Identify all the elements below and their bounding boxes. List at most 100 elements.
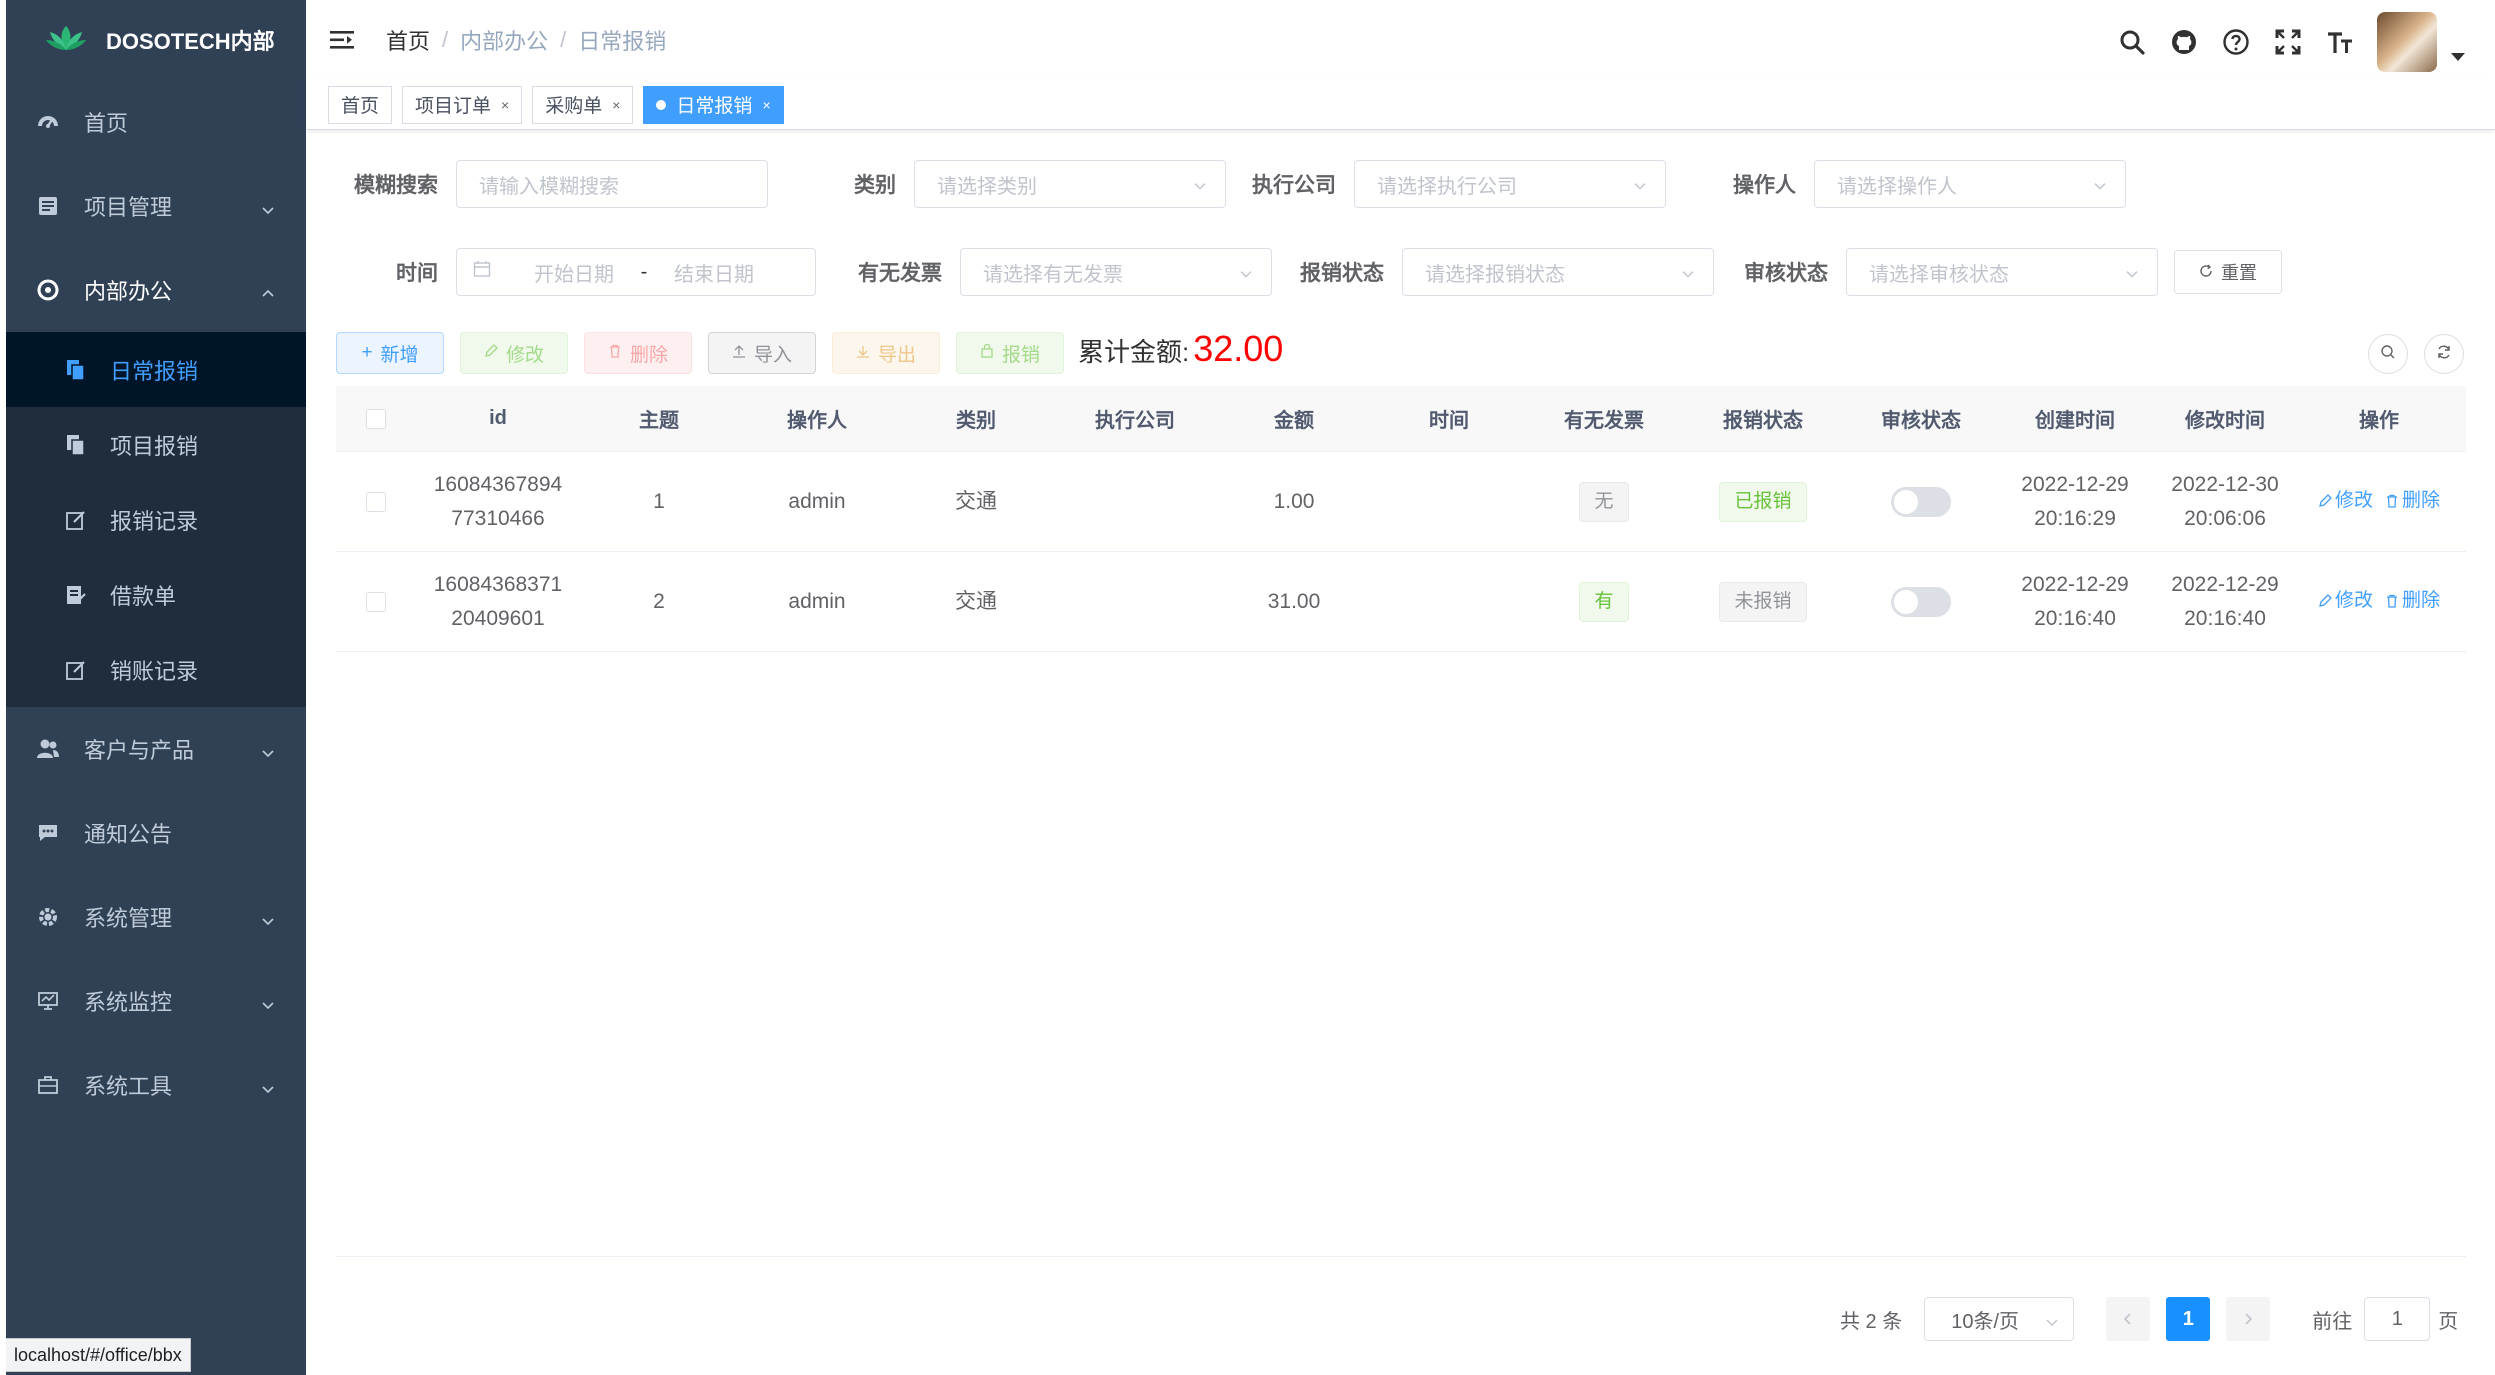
table-row[interactable]: 16084368371 20409601 2 admin 交通 31.00 有 未…: [336, 552, 2466, 652]
sidebar-item-customers-products[interactable]: 客户与产品: [6, 707, 306, 791]
cell-invoice: 有: [1524, 581, 1684, 622]
sidebar-item-label: 首页: [84, 111, 129, 136]
github-icon[interactable]: [2169, 27, 2199, 57]
column-header[interactable]: 报销状态: [1684, 404, 1842, 433]
sidebar-subitem-reimbursement-records[interactable]: 报销记录: [6, 482, 306, 557]
row-edit-button[interactable]: 修改: [2318, 584, 2373, 618]
column-header: 操作: [2359, 410, 2399, 432]
chevron-down-icon: [260, 1077, 276, 1094]
row-edit-button[interactable]: 修改: [2318, 484, 2373, 518]
search-row-1: 模糊搜索 请输入模糊搜索 类别 请选择类别 执行公司 请选择执行公司 操作人 请…: [336, 160, 2126, 208]
search-icon[interactable]: [2117, 27, 2147, 57]
refresh-table-button[interactable]: [2424, 334, 2464, 374]
invoice-tag: 无: [1579, 481, 1629, 522]
sidebar-item-notices[interactable]: 通知公告: [6, 791, 306, 875]
reimburse-button[interactable]: 报销: [956, 332, 1064, 374]
sidebar-item-system-monitor[interactable]: 系统监控: [6, 959, 306, 1043]
import-button[interactable]: 导入: [708, 332, 816, 374]
column-header[interactable]: 有无发票: [1524, 404, 1684, 433]
row-delete-button[interactable]: 删除: [2385, 484, 2440, 518]
company-select[interactable]: 请选择执行公司: [1354, 160, 1666, 208]
sidebar-subitem-writeoff-records[interactable]: 销账记录: [6, 632, 306, 707]
tag-purchase-orders[interactable]: 采购单 ×: [532, 85, 634, 124]
row-checkbox[interactable]: [366, 491, 386, 512]
delete-button[interactable]: 删除: [584, 332, 692, 374]
fullscreen-icon[interactable]: [2273, 27, 2303, 57]
created-date: 2022-12-29: [2021, 472, 2129, 496]
column-header[interactable]: id: [416, 407, 580, 430]
sidebar-item-system-management[interactable]: 系统管理: [6, 875, 306, 959]
tag-daily-reimbursement[interactable]: 日常报销 ×: [643, 85, 784, 124]
tag-home[interactable]: 首页: [328, 85, 393, 124]
add-button[interactable]: + 新增: [336, 332, 444, 374]
chevron-down-icon: [1193, 176, 1207, 190]
font-size-icon[interactable]: [2325, 27, 2355, 57]
column-header[interactable]: 审核状态: [1842, 404, 2000, 433]
row-select-cell: [336, 491, 416, 512]
sidebar-subitem-project-reimbursement[interactable]: 项目报销: [6, 407, 306, 482]
column-header[interactable]: 修改时间: [2150, 404, 2300, 433]
sidebar-item-system-tools[interactable]: 系统工具: [6, 1043, 306, 1127]
column-header[interactable]: 金额: [1214, 404, 1374, 433]
page-size-select[interactable]: 10条/页: [1924, 1297, 2075, 1341]
audit-status-select[interactable]: 请选择审核状态: [1846, 248, 2158, 296]
edit-button[interactable]: 修改: [460, 332, 568, 374]
goto-page-input[interactable]: 1: [2364, 1297, 2431, 1341]
row-select-cell: [336, 591, 416, 612]
export-button[interactable]: 导出: [832, 332, 940, 374]
prev-page-button[interactable]: [2106, 1297, 2151, 1341]
column-header[interactable]: 时间: [1374, 404, 1524, 433]
invoice-select[interactable]: 请选择有无发票: [960, 248, 1272, 296]
trash-icon: [2387, 594, 2397, 608]
peoples-icon: [34, 735, 62, 763]
page-number-current[interactable]: 1: [2166, 1297, 2211, 1341]
cell-id-line2: 20409601: [451, 606, 545, 630]
column-header[interactable]: 类别: [896, 404, 1056, 433]
category-select[interactable]: 请选择类别: [914, 160, 1226, 208]
audit-switch[interactable]: [1891, 486, 1951, 517]
sidebar-item-label: 销账记录: [110, 658, 199, 684]
start-date-placeholder[interactable]: 开始日期: [519, 258, 629, 287]
operator-placeholder: 请选择操作人: [1837, 175, 1957, 198]
modified-date: 2022-12-30: [2171, 472, 2279, 496]
sidebar-item-label: 借款单: [110, 583, 177, 609]
hamburger-icon[interactable]: [328, 26, 356, 54]
date-range-picker[interactable]: 开始日期 - 结束日期: [456, 248, 816, 296]
reset-button[interactable]: 重置: [2174, 250, 2282, 294]
close-icon[interactable]: ×: [612, 97, 620, 113]
lotus-logo-icon: [46, 24, 86, 57]
end-date-placeholder[interactable]: 结束日期: [659, 258, 769, 287]
column-header[interactable]: 操作人: [738, 404, 896, 433]
tag-project-orders[interactable]: 项目订单 ×: [402, 85, 523, 124]
brand[interactable]: DOSOTECH内部: [6, 0, 306, 80]
avatar[interactable]: [2377, 12, 2437, 72]
fuzzy-search-input[interactable]: 请输入模糊搜索: [456, 160, 768, 208]
sidebar-item-label: 通知公告: [84, 822, 173, 847]
help-icon[interactable]: [2221, 27, 2251, 57]
operator-select[interactable]: 请选择操作人: [1814, 160, 2126, 208]
sidebar-subitem-loan-form[interactable]: 借款单: [6, 557, 306, 632]
breadcrumb-item-home[interactable]: 首页: [386, 24, 430, 56]
cell-actions: 修改 删除: [2300, 584, 2458, 619]
sidebar-subitem-daily-reimbursement[interactable]: 日常报销: [6, 332, 306, 407]
column-header[interactable]: 创建时间: [2000, 404, 2150, 433]
column-header[interactable]: 主题: [580, 404, 738, 433]
sidebar-item-home[interactable]: 首页: [6, 80, 306, 164]
close-icon[interactable]: ×: [762, 97, 770, 113]
table-row[interactable]: 16084367894 77310466 1 admin 交通 1.00 无 已报…: [336, 452, 2466, 552]
sidebar-item-project-management[interactable]: 项目管理: [6, 164, 306, 248]
caret-down-icon[interactable]: [2451, 53, 2465, 61]
toggle-search-button[interactable]: [2368, 334, 2408, 374]
row-checkbox[interactable]: [366, 591, 386, 612]
select-all-cell: [336, 408, 416, 429]
select-all-checkbox[interactable]: [366, 408, 386, 429]
cell-reimb-status: 已报销: [1684, 481, 1842, 522]
sidebar-item-internal-office[interactable]: 内部办公: [6, 248, 306, 332]
reimb-status-select[interactable]: 请选择报销状态: [1402, 248, 1714, 296]
next-page-button[interactable]: [2226, 1297, 2271, 1341]
audit-switch[interactable]: [1891, 586, 1951, 617]
close-icon[interactable]: ×: [501, 97, 509, 113]
column-header[interactable]: 执行公司: [1056, 404, 1214, 433]
row-delete-button[interactable]: 删除: [2385, 584, 2440, 618]
reimbursement-table: id 主题 操作人 类别 执行公司 金额 时间 有无发票 报销状态 审核状态 创…: [336, 386, 2466, 652]
